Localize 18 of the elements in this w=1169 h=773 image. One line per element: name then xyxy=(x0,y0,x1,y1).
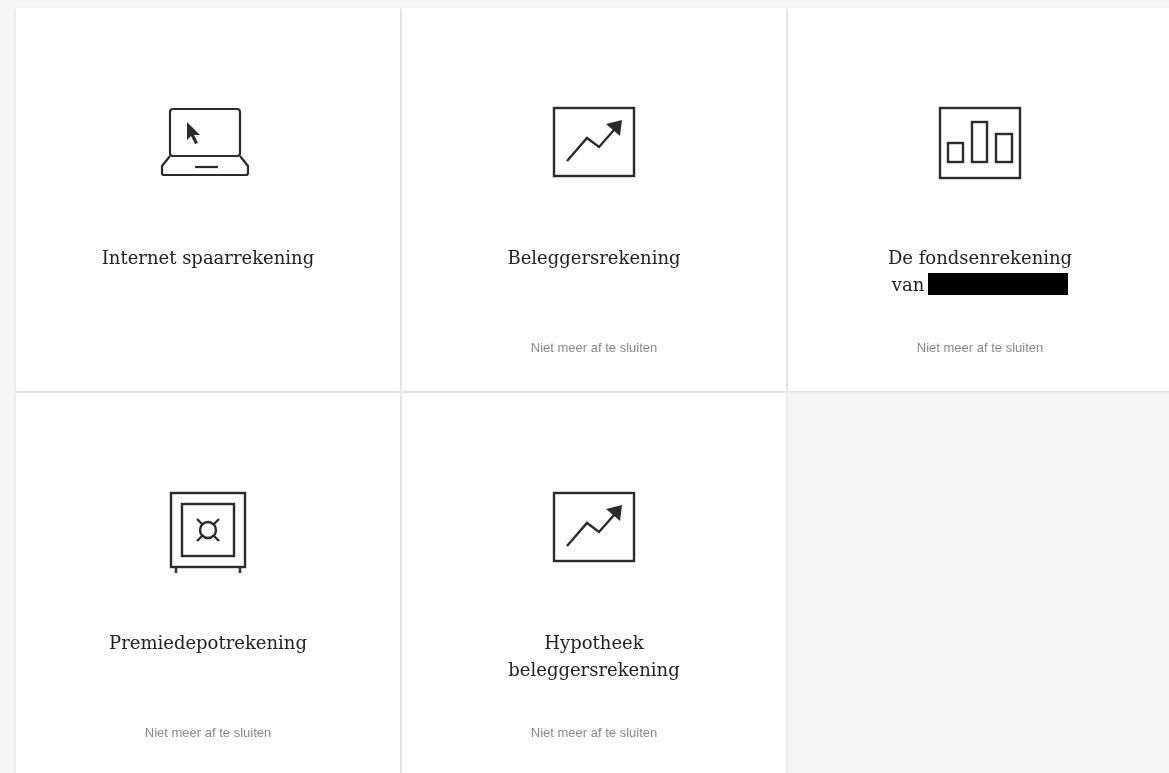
card-title: Internet spaarrekening xyxy=(101,247,315,268)
card-note: Niet meer af te sluiten xyxy=(530,725,658,740)
card-title: Beleggersrekening xyxy=(507,247,681,268)
bar-chart-icon xyxy=(938,106,1022,180)
card-note: Niet meer af te sluiten xyxy=(916,340,1044,355)
account-card[interactable]: Beleggersrekening Niet meer af te sluiten xyxy=(402,8,786,391)
trend-chart-icon xyxy=(552,491,636,563)
card-title: Premiedepotrekening xyxy=(109,632,307,653)
account-card[interactable]: Internet spaarrekening xyxy=(16,8,400,391)
card-note: Niet meer af te sluiten xyxy=(144,725,272,740)
account-card[interactable]: De fondsenrekening van Niet meer af te sluiten xyxy=(788,8,1169,391)
card-title: De fondsenrekening van xyxy=(887,247,1073,295)
card-note: Niet meer af te sluiten xyxy=(530,340,658,355)
safe-icon xyxy=(169,491,247,575)
account-card[interactable]: Premiedepotrekening Niet meer af te sluiten xyxy=(16,393,400,773)
trend-chart-icon xyxy=(552,106,636,178)
account-card[interactable]: Hypotheek beleggersrekening Niet meer af te sluiten xyxy=(402,393,786,773)
card-title: Hypotheek beleggersrekening xyxy=(508,632,680,680)
